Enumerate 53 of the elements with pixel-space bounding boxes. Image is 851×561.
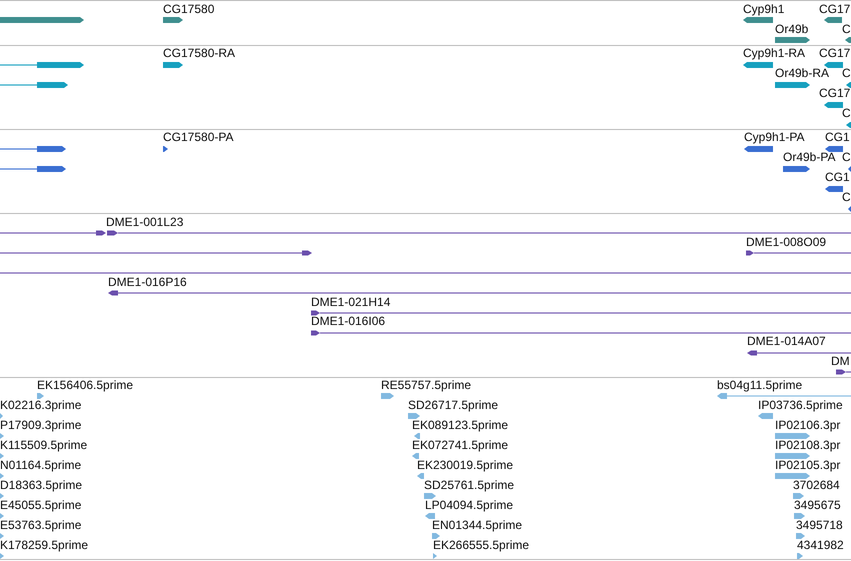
feature-label: EK089123.5prime	[412, 418, 508, 432]
feature-label: N01164.5prime	[0, 458, 82, 472]
feature-label: LP04094.5prime	[425, 498, 514, 512]
feature-label: DME1-001L23	[106, 215, 184, 229]
feature-label: P17909.3prime	[0, 418, 82, 432]
feature-label: E53763.5prime	[0, 518, 82, 532]
feature-label: C	[842, 150, 851, 164]
feature-label: SD25761.5prime	[424, 478, 514, 492]
feature-label: C	[842, 22, 851, 36]
feature-label: SD26717.5prime	[408, 398, 498, 412]
feature-label: D18363.5prime	[0, 478, 82, 492]
feature-label: Or49b-RA	[775, 66, 830, 80]
feature-label: IP02106.3pr	[775, 418, 840, 432]
feature-label: 3495718	[796, 518, 843, 532]
feature-label: DME1-016I06	[311, 314, 386, 328]
feature-label: C	[842, 190, 851, 204]
feature-label: Or49b	[775, 22, 808, 36]
feature-label: C	[842, 66, 851, 80]
feature-label: DME1-016P16	[108, 275, 187, 289]
feature-label: CG17580	[163, 2, 214, 16]
feature-label: EK266555.5prime	[433, 538, 530, 552]
feature-label: Cyp9h1-RA	[743, 46, 806, 60]
feature-label: RE55757.5prime	[381, 378, 472, 392]
feature-label: K115509.5prime	[0, 438, 88, 452]
feature-label: EK072741.5prime	[412, 438, 508, 452]
feature-label: EK230019.5prime	[417, 458, 514, 472]
feature-label: DM	[831, 354, 850, 368]
feature-label: CG17	[819, 46, 850, 60]
feature-label: Cyp9h1-PA	[744, 130, 804, 144]
feature-label: CG17580-RA	[163, 46, 236, 60]
feature-label: CG17580-PA	[163, 130, 234, 144]
feature-label: K178259.5prime	[0, 538, 88, 552]
feature-label: 4341982	[797, 538, 844, 552]
feature-label: DME1-021H14	[311, 295, 390, 309]
feature-label: CG1	[825, 130, 850, 144]
feature-label: K02216.3prime	[0, 398, 82, 412]
feature-label: DME1-008O09	[746, 235, 826, 249]
feature-label: bs04g11.5prime	[717, 378, 802, 392]
feature-label: IP02108.3pr	[775, 438, 840, 452]
feature-label: 3702684	[793, 478, 840, 492]
feature-label: DME1-014A07	[747, 334, 826, 348]
feature-label: EK156406.5prime	[37, 378, 134, 392]
feature-label: C	[842, 106, 851, 120]
feature-label: CG17	[819, 86, 850, 100]
feature-label: E45055.5prime	[0, 498, 82, 512]
feature-label: CG17	[819, 2, 850, 16]
feature-label: IP03736.5prime	[758, 398, 843, 412]
feature-label: EN01344.5prime	[432, 518, 522, 532]
feature-label: IP02105.3pr	[775, 458, 840, 472]
feature-label: Cyp9h1	[743, 2, 784, 16]
feature-label: Or49b-PA	[783, 150, 836, 164]
feature-label: CG1	[825, 170, 850, 184]
feature-label: 3495675	[794, 498, 841, 512]
